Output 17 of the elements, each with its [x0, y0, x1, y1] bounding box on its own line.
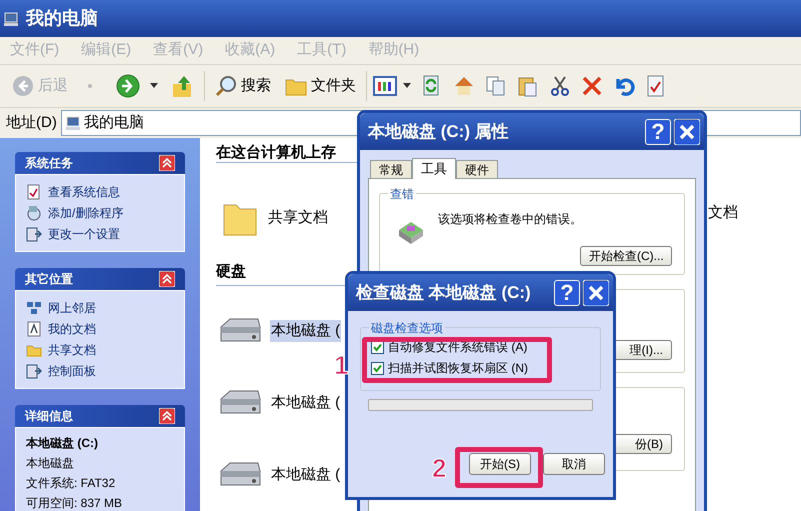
- dialog-title: 检查磁盘 本地磁盘 (C:): [356, 282, 531, 304]
- drive-type: 本地磁盘: [26, 455, 75, 472]
- panel-title: 详细信息: [25, 408, 73, 425]
- folder-item-label: 文档: [708, 203, 738, 223]
- section-heading: 在这台计算机上存: [216, 143, 337, 162]
- group-title: 磁盘检查选项: [369, 319, 445, 337]
- dialog-title: 本地磁盘 (C:) 属性: [368, 120, 509, 143]
- detail-line: 文件系统: FAT32: [26, 475, 116, 492]
- address-label: 地址(D): [6, 112, 57, 133]
- section-heading: 硬盘: [216, 262, 247, 282]
- drive-name: 本地磁盘 (C:): [26, 435, 99, 452]
- panel-title: 其它位置: [25, 271, 73, 288]
- window-title: 我的电脑: [26, 7, 98, 30]
- panel-title: 系统任务: [25, 155, 73, 172]
- detail-line: 可用空间: 837 MB: [26, 495, 124, 511]
- step-number: 2: [432, 455, 446, 481]
- description-text: 该选项将检查卷中的错误。: [438, 211, 582, 228]
